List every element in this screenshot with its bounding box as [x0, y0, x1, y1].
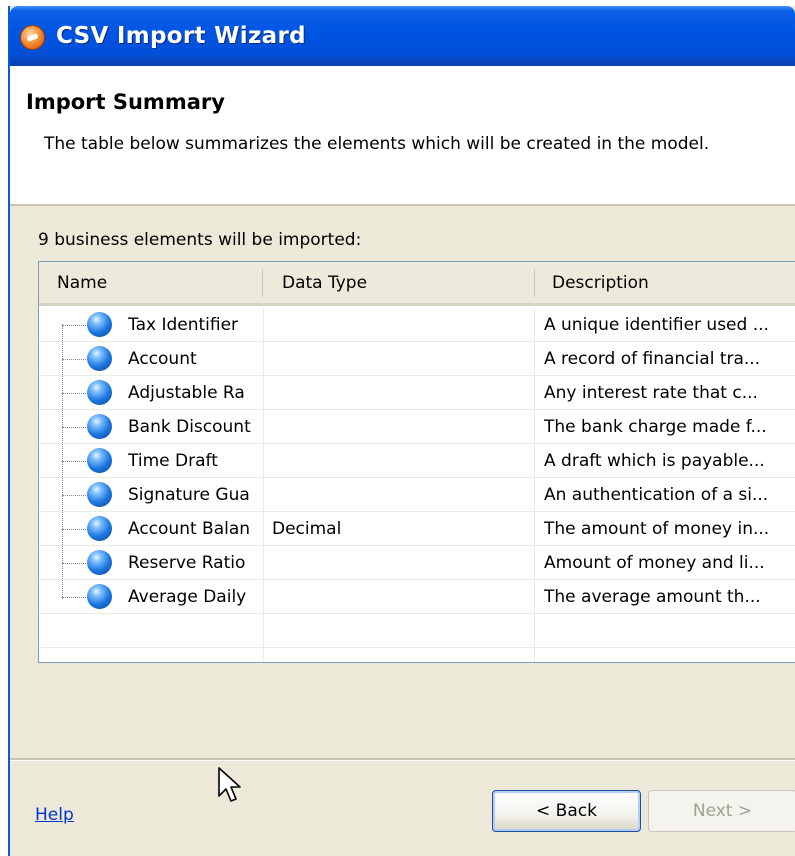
column-divider[interactable] [534, 269, 535, 297]
footer-divider [10, 758, 795, 761]
table-row[interactable]: Account Balan Decimal The amount of mone… [39, 512, 795, 546]
business-element-sphere-icon [87, 414, 112, 439]
table-row[interactable]: Adjustable Ra Any interest rate that c..… [39, 376, 795, 410]
column-divider[interactable] [262, 269, 263, 297]
page-title: Import Summary [26, 90, 225, 114]
row-name: Bank Discount [128, 417, 251, 437]
row-name: Reserve Ratio [128, 553, 246, 573]
row-name: Tax Identifier [128, 315, 239, 335]
wizard-header: Import Summary The table below summarize… [10, 66, 795, 206]
business-element-sphere-icon [87, 516, 112, 541]
mouse-pointer-icon [218, 767, 241, 802]
row-name: Time Draft [128, 451, 218, 471]
tree-branch [62, 359, 86, 360]
next-button[interactable]: Next > [648, 790, 795, 832]
column-header-name[interactable]: Name [57, 273, 107, 293]
business-element-sphere-icon [87, 482, 112, 507]
row-name: Account [128, 349, 197, 369]
row-description: A unique identifier used ... [544, 315, 769, 335]
business-element-sphere-icon [87, 312, 112, 337]
tree-branch [62, 393, 86, 394]
table-header: Name Data Type Description [39, 262, 795, 306]
table-row[interactable]: Reserve Ratio Amount of money and li... [39, 546, 795, 580]
row-description: A record of financial tra... [544, 349, 761, 369]
back-button[interactable]: < Back [492, 790, 641, 832]
window-title: CSV Import Wizard [56, 23, 306, 49]
tree-branch [62, 495, 86, 496]
business-element-sphere-icon [87, 550, 112, 575]
row-name: Account Balan [128, 519, 251, 539]
row-name: Signature Gua [128, 485, 250, 505]
business-element-sphere-icon [87, 380, 112, 405]
table-row-empty [39, 648, 795, 662]
row-data-type: Decimal [272, 519, 342, 539]
csv-import-wizard-window: CSV Import Wizard Import Summary The tab… [8, 6, 795, 856]
tree-branch [62, 461, 86, 462]
table-row[interactable]: Signature Gua An authentication of a si.… [39, 478, 795, 512]
row-description: The bank charge made f... [544, 417, 767, 437]
row-name: Adjustable Ra [128, 383, 245, 403]
column-header-data-type[interactable]: Data Type [282, 273, 367, 293]
row-description: Amount of money and li... [544, 553, 765, 573]
tree-branch [62, 325, 86, 326]
table-row[interactable]: Average Daily The average amount th... [39, 580, 795, 614]
page-description: The table below summarizes the elements … [44, 134, 710, 154]
tree-branch [62, 427, 86, 428]
table-row[interactable]: Account A record of financial tra... [39, 342, 795, 376]
business-element-sphere-icon [87, 584, 112, 609]
tree-branch [62, 529, 86, 530]
help-link[interactable]: Help [35, 805, 74, 825]
table-row[interactable]: Bank Discount The bank charge made f... [39, 410, 795, 444]
row-description: Any interest rate that c... [544, 383, 758, 403]
business-element-sphere-icon [87, 448, 112, 473]
csv-import-icon [20, 25, 45, 50]
table-row[interactable]: Time Draft A draft which is payable... [39, 444, 795, 478]
tree-branch [62, 563, 86, 564]
business-element-sphere-icon [87, 346, 112, 371]
table-row-empty [39, 614, 795, 648]
row-description: A draft which is payable... [544, 451, 765, 471]
row-description: The amount of money in... [544, 519, 770, 539]
row-description: The average amount th... [544, 587, 761, 607]
column-header-description[interactable]: Description [552, 273, 649, 293]
import-count-label: 9 business elements will be imported: [38, 230, 362, 250]
row-description: An authentication of a si... [544, 485, 769, 505]
table-row[interactable]: Tax Identifier A unique identifier used … [39, 308, 795, 342]
title-bar[interactable]: CSV Import Wizard [10, 6, 795, 66]
row-name: Average Daily [128, 587, 247, 607]
tree-branch [62, 597, 86, 598]
import-summary-table[interactable]: Name Data Type Description Tax Identifie… [38, 261, 795, 663]
